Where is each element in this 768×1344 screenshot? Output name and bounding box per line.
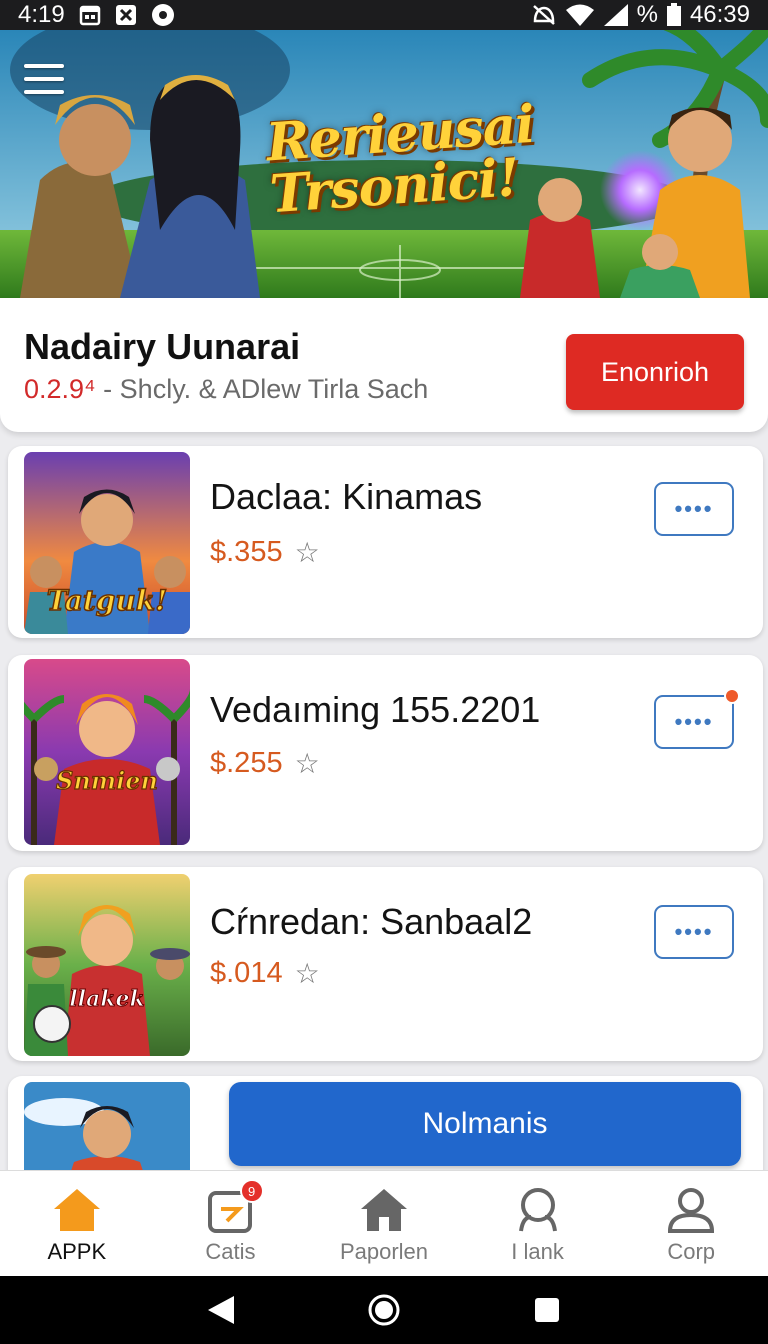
nav-label: Paporlen [339,1239,429,1264]
bottom-nav: APPK 9 Catis Paporlen I lank Corp [0,1170,768,1276]
item-price-row: $.255 ☆ [210,747,320,780]
item-price: $.014 [210,957,283,989]
nav-label: Catis [205,1239,256,1264]
mute-icon [531,3,557,27]
item-thumbnail-art: Tatguk! [24,452,190,634]
house-icon [360,1189,407,1231]
more-button[interactable]: •••• [654,905,734,959]
nav-label: I lank [511,1239,564,1264]
app-version: 0.2.9⁴ [24,374,96,404]
home-button[interactable] [364,1290,404,1330]
app-screen: 4:19 % 46:39 Rerieusai Trsonici! Nadairy… [0,0,768,1344]
more-button-dots: •••• [674,709,714,734]
floating-action-button[interactable]: Nolmanis [229,1082,741,1166]
back-button[interactable] [201,1290,241,1330]
back-triangle-icon [208,1296,235,1324]
thumb-text: Snmien [56,766,158,795]
circle-notification-icon [151,3,175,27]
status-left: 4:19 [18,1,175,29]
nav-item-corp[interactable]: Corp [614,1171,768,1276]
item-thumbnail-art: Snmien [24,659,190,845]
battery-icon [666,3,682,27]
hero-title: Rerieusai Trsonici! [264,94,542,225]
menu-button[interactable] [24,64,64,94]
list-item[interactable]: Snmien Vedaıming 155.2201 $.255 ☆ •••• [8,655,763,851]
star-icon[interactable]: ☆ [295,957,320,990]
calendar-notification-icon [79,4,101,26]
recents-square-icon [534,1298,559,1322]
item-price-row: $.355 ☆ [210,536,320,569]
item-thumbnail: llakek [24,874,190,1056]
item-price: $.255 [210,747,283,779]
app-meta-text: - Shcly. & ADlew Tirla Sach [103,374,429,404]
menu-line [24,77,64,81]
hero-banner: Rerieusai Trsonici! [0,30,768,298]
nav-item-paporlen[interactable]: Paporlen [307,1171,461,1276]
nav-label: APPK [47,1239,107,1264]
nav-label: Corp [667,1239,716,1264]
system-nav-bar [0,1276,768,1344]
notification-dot [724,688,740,704]
nav-item-catis[interactable]: 9 Catis [154,1171,308,1276]
item-thumbnail: Snmien [24,659,190,845]
item-price-row: $.014 ☆ [210,957,320,990]
profile-icon [668,1188,715,1233]
recents-button[interactable] [527,1290,567,1330]
item-title: Vedaıming 155.2201 [210,689,541,730]
x-notification-icon [115,4,137,26]
menu-line [24,64,64,68]
item-thumbnail: Tatguk! [24,452,190,634]
status-clock: 46:39 [689,1,750,28]
notification-badge: 9 [239,1179,264,1203]
more-button[interactable]: •••• [654,482,734,536]
primary-action-button[interactable]: Enonrioh [566,334,744,410]
app-header-card: Nadairy Uunarai 0.2.9⁴ - Shcly. & ADlew … [0,298,768,432]
search-icon [518,1188,557,1232]
item-title: Daclaa: Kinamas [210,476,483,517]
status-right: % 46:39 [531,1,750,29]
status-bar: 4:19 % 46:39 [0,0,768,30]
list-item[interactable]: llakek Cŕnredan: Sanbaal2 $.014 ☆ •••• [8,867,763,1061]
item-price: $.355 [210,536,283,568]
app-name: Nadairy Uunarai [24,326,301,367]
item-title: Cŕnredan: Sanbaal2 [210,901,533,942]
wifi-icon [565,3,595,27]
home-icon [53,1189,100,1231]
home-circle-icon [368,1294,400,1326]
thumb-text: Tatguk! [47,584,168,617]
item-thumbnail-art: llakek [24,874,190,1056]
battery-percent: % [636,1,658,28]
status-time: 4:19 [18,1,65,28]
nav-item-appk[interactable]: APPK [0,1171,154,1276]
nav-item-lank[interactable]: I lank [461,1171,615,1276]
signal-icon [603,3,629,27]
thumb-text: llakek [69,986,144,1012]
star-icon[interactable]: ☆ [295,536,320,569]
app-meta: 0.2.9⁴ - Shcly. & ADlew Tirla Sach [24,374,428,405]
more-button[interactable]: •••• [654,688,740,749]
menu-line [24,90,64,94]
star-icon[interactable]: ☆ [295,747,320,780]
list-item[interactable]: Tatguk! Daclaa: Kinamas $.355 ☆ •••• [8,446,763,638]
